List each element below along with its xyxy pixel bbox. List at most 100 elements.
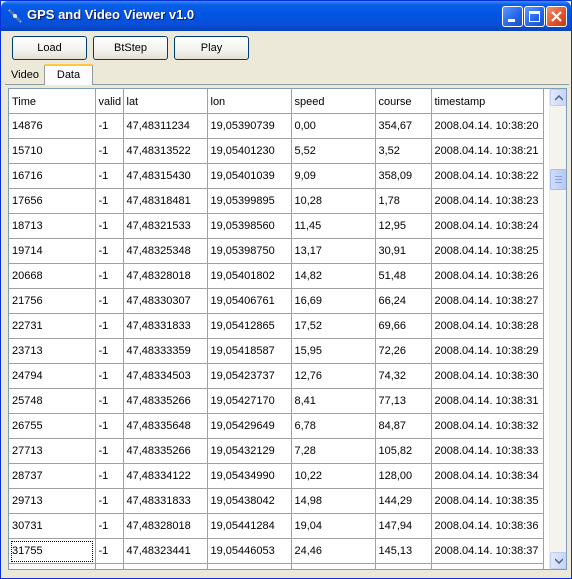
- table-cell[interactable]: 2008.04.14. 10:38:21: [431, 138, 544, 164]
- table-row[interactable]: 23713 -1 47,48333359 19,05418587 15,95 72,26 2…: [9, 338, 544, 364]
- table-cell[interactable]: [291, 563, 376, 569]
- table-cell[interactable]: 47,48330307: [123, 288, 208, 314]
- table-cell[interactable]: 69,66: [375, 313, 432, 339]
- table-cell[interactable]: 105,82: [375, 438, 432, 464]
- table-cell[interactable]: 2008.04.14. 10:38:37: [431, 538, 544, 564]
- table-cell[interactable]: 2008.04.14. 10:38:34: [431, 463, 544, 489]
- table-cell[interactable]: 19,05401039: [207, 163, 292, 189]
- column-header[interactable]: course: [375, 89, 432, 114]
- table-cell[interactable]: 2008.04.14. 10:38:33: [431, 438, 544, 464]
- table-cell[interactable]: 47,48315430: [123, 163, 208, 189]
- table-cell[interactable]: 12,95: [375, 213, 432, 239]
- table-cell[interactable]: 77,13: [375, 388, 432, 414]
- column-header[interactable]: Time: [9, 89, 96, 114]
- play-button[interactable]: Play: [174, 36, 249, 60]
- table-cell[interactable]: 47,48325348: [123, 238, 208, 264]
- table-cell[interactable]: 19,05398560: [207, 213, 292, 239]
- scroll-up-button[interactable]: [550, 89, 566, 106]
- table-cell[interactable]: -1: [95, 263, 124, 289]
- table-cell[interactable]: 358,09: [375, 163, 432, 189]
- vertical-scrollbar[interactable]: [549, 89, 566, 569]
- column-header[interactable]: timestamp: [431, 89, 544, 114]
- table-cell[interactable]: -1: [95, 338, 124, 364]
- table-cell[interactable]: -1: [95, 388, 124, 414]
- table-cell[interactable]: 31755: [9, 538, 96, 564]
- table-cell[interactable]: 128,00: [375, 463, 432, 489]
- table-cell[interactable]: 14,82: [291, 263, 376, 289]
- table-row[interactable]: 24794 -1 47,48334503 19,05423737 12,76 74,32 2…: [9, 363, 544, 389]
- table-cell[interactable]: 47,48334122: [123, 463, 208, 489]
- table-cell[interactable]: 2008.04.14. 10:38:30: [431, 363, 544, 389]
- table-cell[interactable]: -1: [95, 163, 124, 189]
- table-cell[interactable]: 47,48328018: [123, 263, 208, 289]
- table-cell[interactable]: 2008.04.14. 10:38:23: [431, 188, 544, 214]
- table-row[interactable]: 21756 -1 47,48330307 19,05406761 16,69 66,24 2…: [9, 288, 544, 314]
- table-cell[interactable]: 11,45: [291, 213, 376, 239]
- table-cell[interactable]: 19,05429649: [207, 413, 292, 439]
- table-cell[interactable]: 144,29: [375, 488, 432, 514]
- table-cell[interactable]: 30731: [9, 513, 96, 539]
- table-cell[interactable]: 27713: [9, 438, 96, 464]
- table-cell[interactable]: 21756: [9, 288, 96, 314]
- table-cell[interactable]: -1: [95, 313, 124, 339]
- table-cell[interactable]: 145,13: [375, 538, 432, 564]
- table-cell[interactable]: 8,41: [291, 388, 376, 414]
- table-cell[interactable]: 2008.04.14. 10:38:35: [431, 488, 544, 514]
- table-cell[interactable]: 47,48313522: [123, 138, 208, 164]
- table-cell[interactable]: 2008.04.14. 10:38:31: [431, 388, 544, 414]
- table-cell[interactable]: 19,04: [291, 513, 376, 539]
- table-cell[interactable]: -1: [95, 213, 124, 239]
- table-cell[interactable]: 19,05390739: [207, 113, 292, 139]
- table-cell[interactable]: 47,48311234: [123, 113, 208, 139]
- table-cell[interactable]: 30,91: [375, 238, 432, 264]
- table-cell[interactable]: 0,00: [291, 113, 376, 139]
- table-cell[interactable]: 2008.04.14. 10:38:28: [431, 313, 544, 339]
- table-row[interactable]: 19714 -1 47,48325348 19,05398750 13,17 30,91 2…: [9, 238, 544, 264]
- close-button[interactable]: [546, 6, 567, 27]
- table-cell[interactable]: 13,17: [291, 238, 376, 264]
- table-cell[interactable]: 19,05438042: [207, 488, 292, 514]
- table-row[interactable]: 31755 -1 47,48323441 19,05446053 24,46 145,13…: [9, 538, 544, 564]
- table-cell[interactable]: 19,05412865: [207, 313, 292, 339]
- table-cell[interactable]: 19,05401802: [207, 263, 292, 289]
- table-cell[interactable]: -1: [95, 363, 124, 389]
- table-row[interactable]: 20668 -1 47,48328018 19,05401802 14,82 51,48 2…: [9, 263, 544, 289]
- table-cell[interactable]: 17,52: [291, 313, 376, 339]
- table-cell[interactable]: 9,09: [291, 163, 376, 189]
- load-button[interactable]: Load: [12, 36, 87, 60]
- table-cell[interactable]: 26755: [9, 413, 96, 439]
- table-cell[interactable]: 19,05432129: [207, 438, 292, 464]
- table-cell[interactable]: 20668: [9, 263, 96, 289]
- table-cell[interactable]: 66,24: [375, 288, 432, 314]
- table-cell[interactable]: 147,94: [375, 513, 432, 539]
- table-cell[interactable]: 19,05399895: [207, 188, 292, 214]
- table-cell[interactable]: 19,05398750: [207, 238, 292, 264]
- table-cell[interactable]: [95, 563, 124, 569]
- table-cell[interactable]: 19,05434990: [207, 463, 292, 489]
- table-row[interactable]: 30731 -1 47,48328018 19,05441284 19,04 147,94…: [9, 513, 544, 539]
- tab-video[interactable]: Video: [6, 67, 44, 84]
- table-cell[interactable]: -1: [95, 113, 124, 139]
- scroll-thumb[interactable]: [550, 169, 566, 190]
- table-cell[interactable]: 15,95: [291, 338, 376, 364]
- table-row[interactable]: 18713 -1 47,48321533 19,05398560 11,45 12,95 2…: [9, 213, 544, 239]
- column-header[interactable]: valid: [95, 89, 124, 114]
- table-cell[interactable]: 19,05401230: [207, 138, 292, 164]
- table-row[interactable]: 22731 -1 47,48331833 19,05412865 17,52 69,66 2…: [9, 313, 544, 339]
- table-cell[interactable]: 17656: [9, 188, 96, 214]
- table-cell[interactable]: -1: [95, 238, 124, 264]
- table-cell[interactable]: 10,28: [291, 188, 376, 214]
- table-cell[interactable]: 74,32: [375, 363, 432, 389]
- table-cell[interactable]: 14876: [9, 113, 96, 139]
- table-cell[interactable]: 24,46: [291, 538, 376, 564]
- table-cell[interactable]: 19,05446053: [207, 538, 292, 564]
- table-cell[interactable]: 14,98: [291, 488, 376, 514]
- table-cell[interactable]: [375, 563, 432, 569]
- table-cell[interactable]: 2008.04.14. 10:38:25: [431, 238, 544, 264]
- table-cell[interactable]: -1: [95, 138, 124, 164]
- table-cell[interactable]: 25748: [9, 388, 96, 414]
- table-cell[interactable]: 23713: [9, 338, 96, 364]
- data-grid[interactable]: Time valid lat lon speed course timestamp 1487…: [8, 88, 567, 570]
- table-cell[interactable]: 16716: [9, 163, 96, 189]
- column-header[interactable]: speed: [291, 89, 376, 114]
